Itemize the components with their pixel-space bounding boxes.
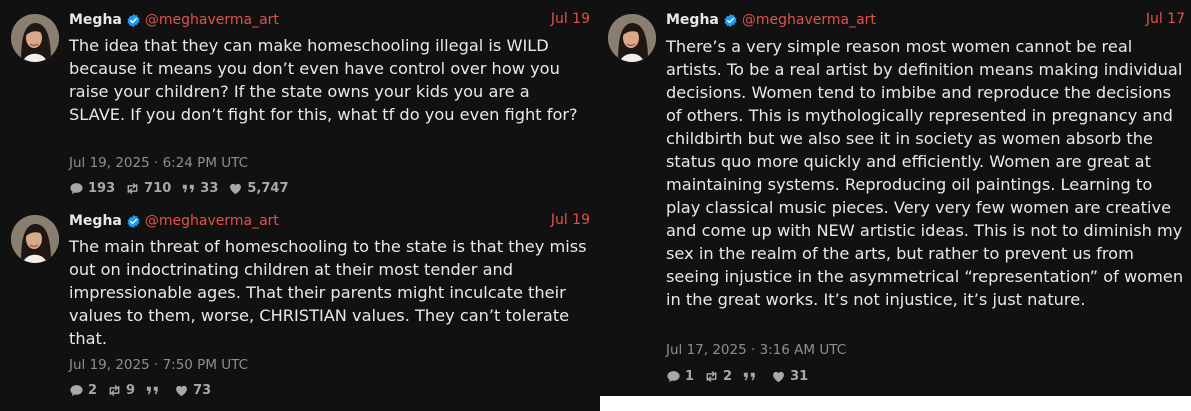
retweet-stat[interactable]: 9	[107, 383, 135, 398]
tweet-timestamp[interactable]: Jul 19, 2025 · 7:50 PM UTC	[69, 357, 248, 373]
tweet-stats: 2 9 73	[69, 383, 221, 398]
reply-count: 1	[685, 369, 695, 384]
quote-count: 33	[200, 181, 219, 196]
retweet-icon	[704, 369, 719, 384]
avatar[interactable]	[11, 14, 59, 62]
like-count: 31	[790, 369, 809, 384]
like-stat[interactable]: 5,747	[228, 181, 289, 196]
avatar[interactable]	[608, 14, 656, 62]
tweet-date[interactable]: Jul 19	[551, 11, 590, 27]
author-handle[interactable]: @meghaverma_art	[145, 213, 279, 229]
author-name[interactable]: Megha	[69, 12, 122, 28]
avatar[interactable]	[11, 215, 59, 263]
verified-badge-icon	[126, 13, 141, 28]
retweet-icon	[125, 181, 140, 196]
quote-stat[interactable]	[145, 383, 164, 398]
tweet-date[interactable]: Jul 17	[1146, 11, 1185, 27]
retweet-stat[interactable]: 710	[125, 181, 171, 196]
tweet-timestamp[interactable]: Jul 19, 2025 · 6:24 PM UTC	[69, 155, 248, 171]
comment-icon	[69, 383, 84, 398]
quote-icon	[145, 383, 160, 398]
tweet[interactable]: Megha @meghaverma_art Jul 17 There’s a v…	[600, 0, 1191, 396]
author-name[interactable]: Megha	[666, 12, 719, 28]
heart-icon	[174, 383, 189, 398]
retweet-count: 2	[723, 369, 733, 384]
timeline-column-right: Megha @meghaverma_art Jul 17 There’s a v…	[600, 0, 1191, 396]
tweet[interactable]: Megha @meghaverma_art Jul 19 The main th…	[0, 205, 600, 411]
retweet-count: 9	[126, 383, 136, 398]
tweet-text: There’s a very simple reason most women …	[666, 37, 1184, 309]
author-handle[interactable]: @meghaverma_art	[145, 12, 279, 28]
timeline-column-left: Megha @meghaverma_art Jul 19 The idea th…	[0, 0, 600, 411]
like-count: 73	[193, 383, 212, 398]
quote-stat[interactable]	[742, 369, 761, 384]
reply-stat[interactable]: 1	[666, 369, 694, 384]
verified-badge-icon	[723, 13, 738, 28]
reply-count: 193	[88, 181, 116, 196]
tweet-stats: 193 710 33 5,747	[69, 181, 299, 196]
reply-count: 2	[88, 383, 98, 398]
like-count: 5,747	[247, 181, 289, 196]
like-stat[interactable]: 73	[174, 383, 211, 398]
retweet-stat[interactable]: 2	[704, 369, 732, 384]
reply-stat[interactable]: 2	[69, 383, 97, 398]
author-handle[interactable]: @meghaverma_art	[742, 12, 876, 28]
heart-icon	[771, 369, 786, 384]
tweet-stats: 1 2 31	[666, 369, 818, 384]
like-stat[interactable]: 31	[771, 369, 808, 384]
tweet-text: The idea that they can make homeschoolin…	[69, 36, 578, 124]
quote-stat[interactable]: 33	[181, 181, 218, 196]
comment-icon	[666, 369, 681, 384]
comment-icon	[69, 181, 84, 196]
tweet[interactable]: Megha @meghaverma_art Jul 19 The idea th…	[0, 0, 600, 205]
quote-icon	[181, 181, 196, 196]
tweet-text: The main threat of homeschooling to the …	[69, 237, 587, 348]
avatar-image	[11, 14, 59, 62]
verified-badge-icon	[126, 214, 141, 229]
heart-icon	[228, 181, 243, 196]
retweet-icon	[107, 383, 122, 398]
author-name[interactable]: Megha	[69, 213, 122, 229]
avatar-image	[11, 215, 59, 263]
reply-stat[interactable]: 193	[69, 181, 115, 196]
tweet-timestamp[interactable]: Jul 17, 2025 · 3:16 AM UTC	[666, 342, 846, 358]
quote-icon	[742, 369, 757, 384]
tweet-date[interactable]: Jul 19	[551, 212, 590, 228]
avatar-image	[608, 14, 656, 62]
retweet-count: 710	[144, 181, 172, 196]
